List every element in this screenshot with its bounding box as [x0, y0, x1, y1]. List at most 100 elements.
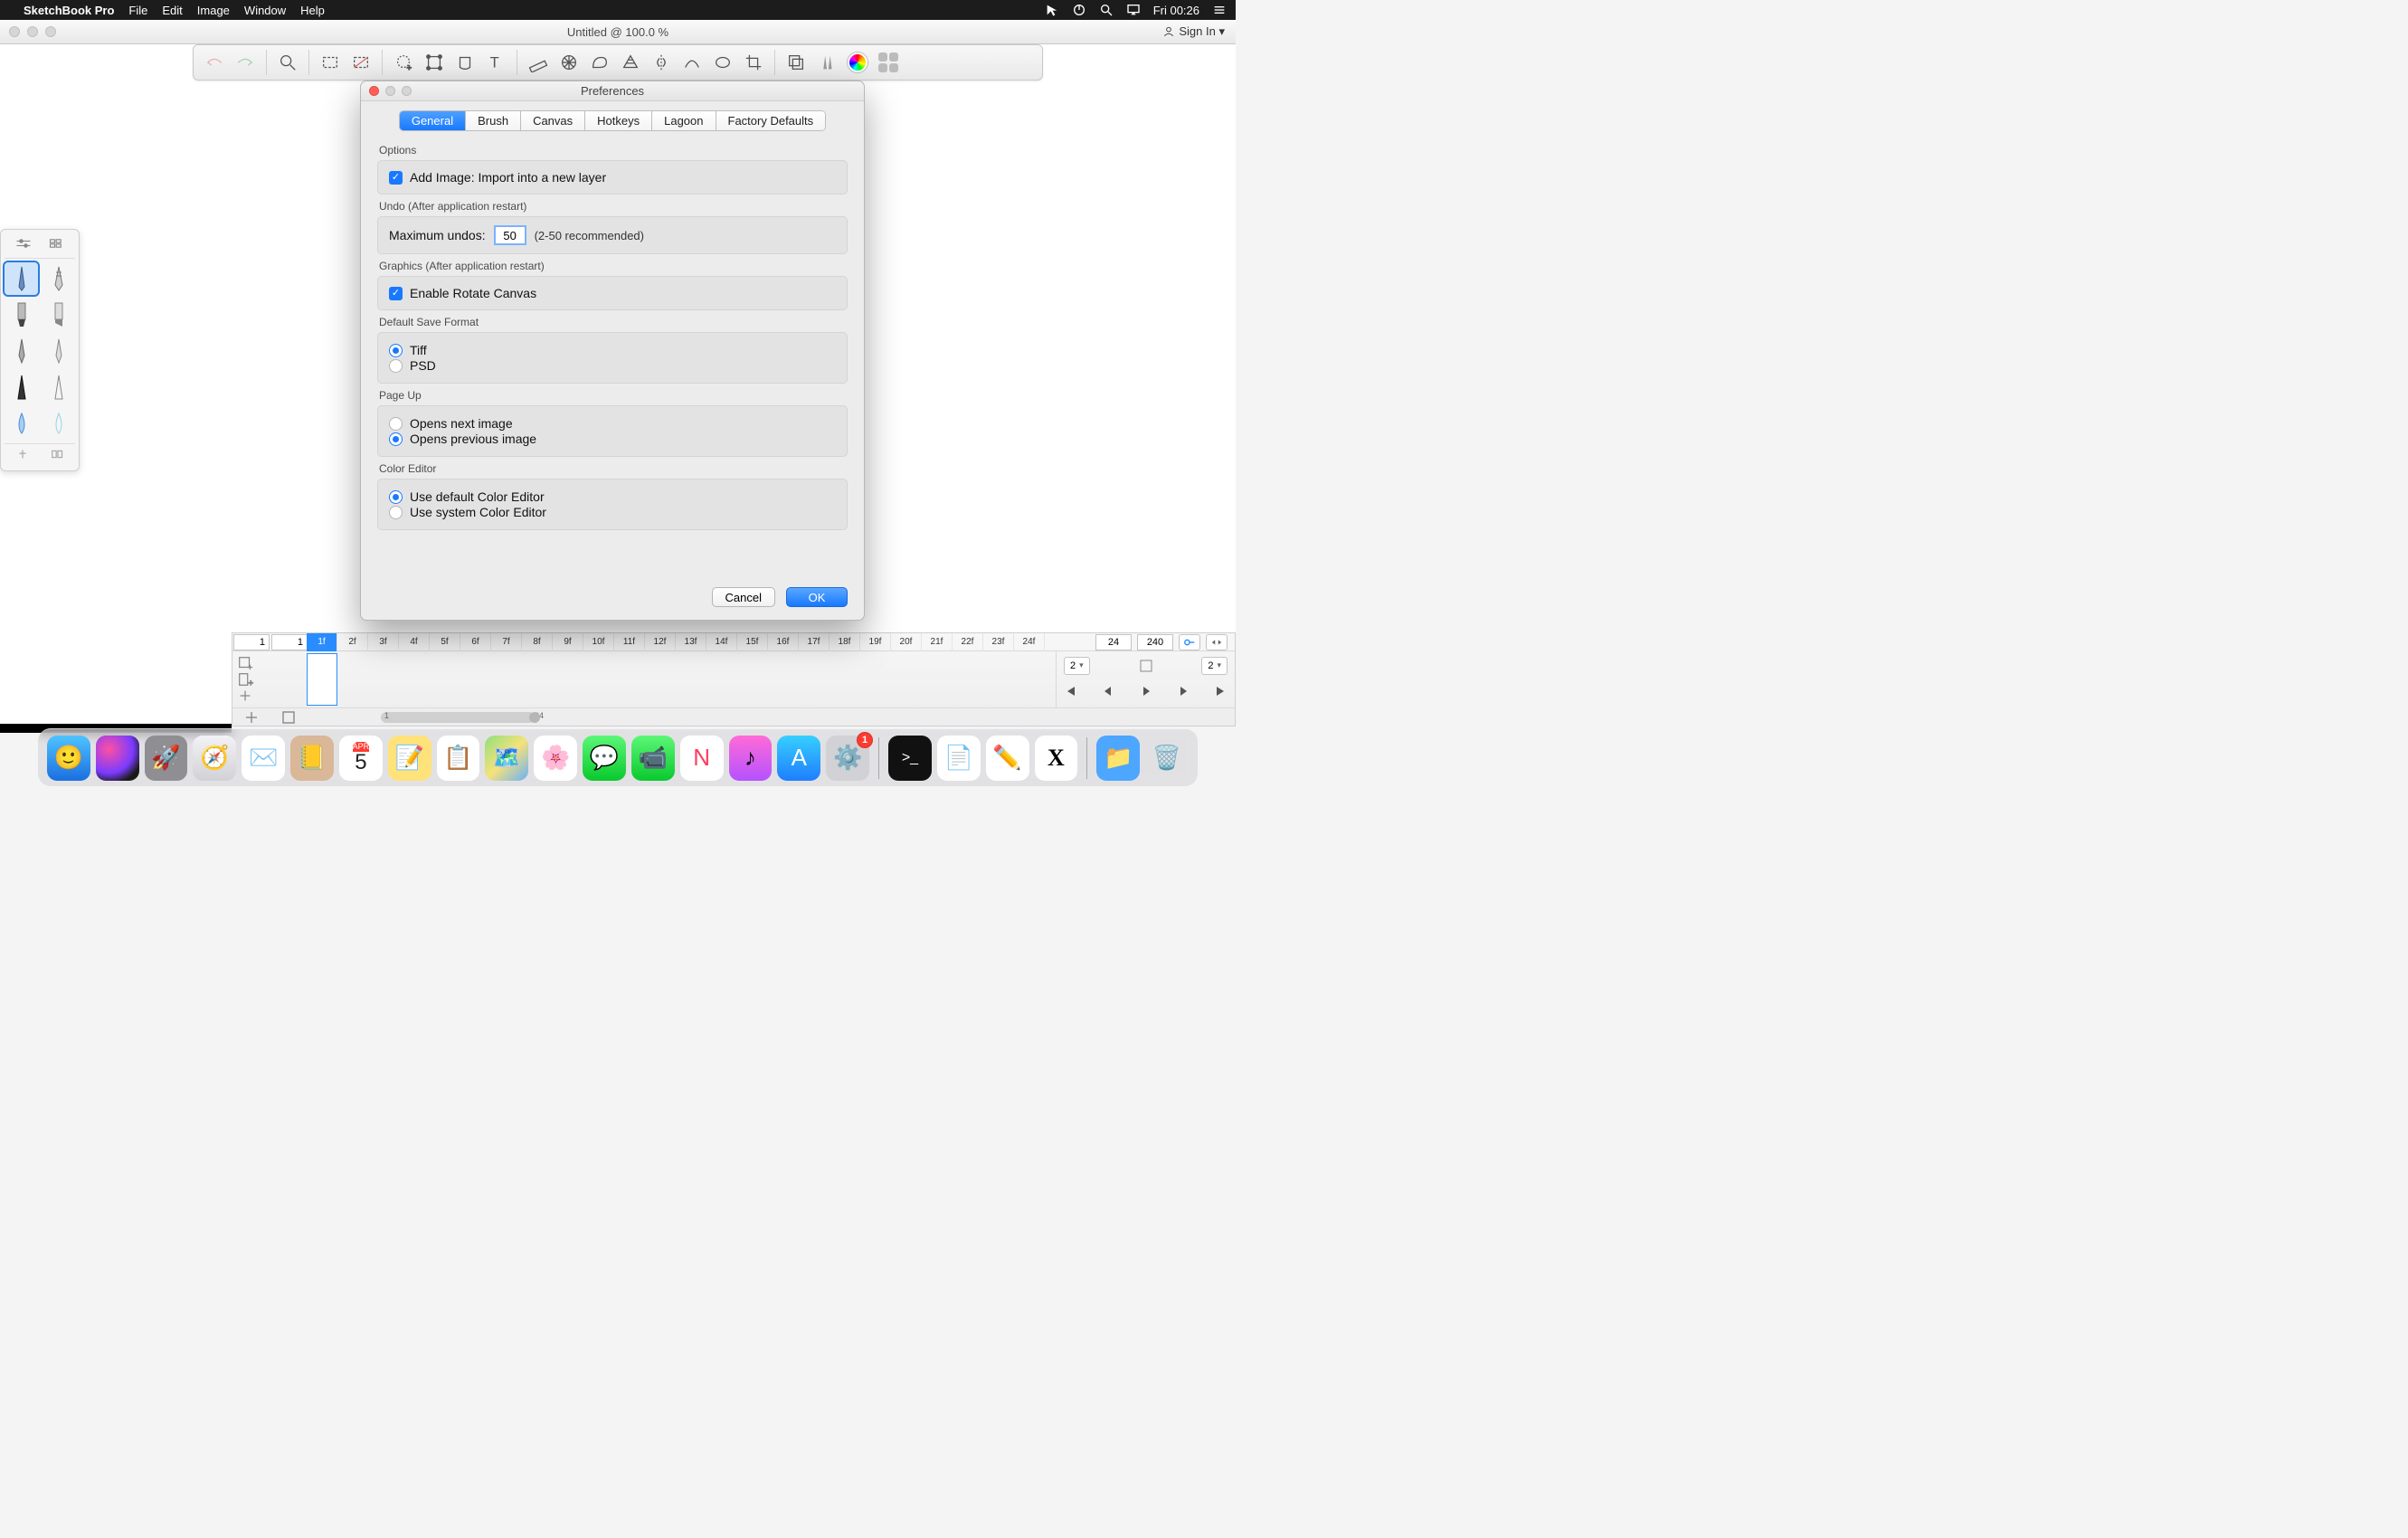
onion-after-select[interactable]: 2: [1201, 657, 1228, 675]
dock-sketchbook[interactable]: ✏️: [986, 736, 1029, 781]
dock-photos[interactable]: 🌸: [534, 736, 577, 781]
radio-system-color-editor[interactable]: Use system Color Editor: [389, 505, 836, 519]
timeline-scrollbar[interactable]: 1 24: [232, 707, 1235, 726]
go-start-button[interactable]: [1064, 685, 1076, 702]
spotlight-icon[interactable]: [1099, 3, 1114, 17]
menubar-clock[interactable]: Fri 00:26: [1153, 4, 1199, 17]
brush-tech-pen[interactable]: [42, 262, 75, 295]
timeline-start-field[interactable]: [233, 634, 270, 650]
frame-14f[interactable]: 14f: [706, 633, 737, 651]
prev-frame-button[interactable]: [1102, 685, 1114, 702]
preferences-titlebar[interactable]: Preferences: [361, 81, 864, 101]
frame-10f[interactable]: 10f: [583, 633, 614, 651]
dock-reminders[interactable]: 📋: [437, 736, 480, 781]
brush-pen[interactable]: [5, 335, 38, 367]
brush-pencil[interactable]: [5, 262, 38, 295]
crop-tool[interactable]: [740, 49, 767, 76]
ellipse-tool[interactable]: [709, 49, 736, 76]
frame-17f[interactable]: 17f: [799, 633, 830, 651]
brush-grid-icon[interactable]: [48, 236, 66, 255]
timeline-frame-ruler[interactable]: 1f2f3f4f5f6f7f8f9f10f11f12f13f14f15f16f1…: [307, 633, 1088, 651]
brush-fill-cone[interactable]: [42, 371, 75, 403]
perspective-tool[interactable]: [617, 49, 644, 76]
dock-news[interactable]: N: [680, 736, 724, 781]
loop-button[interactable]: [1206, 634, 1228, 650]
frame-4f[interactable]: 4f: [399, 633, 430, 651]
brush-chisel[interactable]: [42, 299, 75, 331]
keyframe-button[interactable]: [1179, 634, 1200, 650]
menu-image[interactable]: Image: [197, 4, 230, 17]
menu-window[interactable]: Window: [244, 4, 286, 17]
frame-9f[interactable]: 9f: [553, 633, 583, 651]
radio-next-image[interactable]: Opens next image: [389, 416, 836, 431]
onion-skin-icon[interactable]: [1138, 658, 1154, 674]
frame-7f[interactable]: 7f: [491, 633, 522, 651]
dock-safari[interactable]: 🧭: [193, 736, 236, 781]
frame-20f[interactable]: 20f: [891, 633, 922, 651]
zoom-tool[interactable]: [274, 49, 301, 76]
tab-lagoon[interactable]: Lagoon: [652, 111, 716, 130]
brush-lib-icon[interactable]: [50, 448, 66, 465]
frame-21f[interactable]: 21f: [922, 633, 953, 651]
checkbox-rotate-canvas[interactable]: ✓ Enable Rotate Canvas: [389, 286, 836, 300]
brush-palette-button[interactable]: [813, 49, 840, 76]
ruler-tool[interactable]: [525, 49, 552, 76]
dock-trash[interactable]: 🗑️: [1145, 736, 1189, 781]
dock-messages[interactable]: 💬: [583, 736, 626, 781]
frame-12f[interactable]: 12f: [645, 633, 676, 651]
select-rect-remove-tool[interactable]: [347, 49, 374, 76]
timeline-track[interactable]: [307, 651, 1056, 707]
tab-general[interactable]: General: [400, 111, 466, 130]
dock-launchpad[interactable]: 🚀: [145, 736, 188, 781]
layers-button[interactable]: [782, 49, 810, 76]
brush-palette[interactable]: [0, 229, 80, 471]
symmetry-tool[interactable]: [648, 49, 675, 76]
radio-default-color-editor[interactable]: Use default Color Editor: [389, 489, 836, 504]
tab-hotkeys[interactable]: Hotkeys: [585, 111, 652, 130]
dock-itunes[interactable]: ♪: [729, 736, 773, 781]
undo-button[interactable]: [201, 49, 228, 76]
french-curve-tool[interactable]: [586, 49, 613, 76]
color-wheel-button[interactable]: [844, 49, 871, 76]
add-layer-icon[interactable]: [236, 655, 254, 671]
menu-file[interactable]: File: [128, 4, 147, 17]
dock-xquartz[interactable]: X: [1035, 736, 1078, 781]
frame-6f[interactable]: 6f: [460, 633, 491, 651]
radio-psd[interactable]: PSD: [389, 358, 836, 373]
power-icon[interactable]: [1072, 3, 1086, 17]
ok-button[interactable]: OK: [786, 587, 848, 607]
menu-edit[interactable]: Edit: [162, 4, 182, 17]
play-button[interactable]: [1140, 685, 1152, 702]
dock-maps[interactable]: 🗺️: [485, 736, 528, 781]
tab-factory-defaults[interactable]: Factory Defaults: [716, 111, 826, 130]
add-frame-icon[interactable]: +: [236, 671, 254, 688]
cancel-button[interactable]: Cancel: [712, 587, 775, 607]
redo-button[interactable]: [232, 49, 259, 76]
cursor-icon[interactable]: [1045, 3, 1059, 17]
frame-23f[interactable]: 23f: [983, 633, 1014, 651]
timeline-range-b[interactable]: [1137, 634, 1173, 650]
radio-tiff[interactable]: Tiff: [389, 343, 836, 357]
max-undos-input[interactable]: [495, 226, 526, 244]
dock-contacts[interactable]: 📒: [290, 736, 334, 781]
dock-downloads[interactable]: 📁: [1096, 736, 1140, 781]
frame-5f[interactable]: 5f: [430, 633, 460, 651]
timeline-add-icon[interactable]: [242, 708, 261, 726]
frame-18f[interactable]: 18f: [830, 633, 860, 651]
brush-drop-outline[interactable]: [42, 407, 75, 440]
dock-terminal[interactable]: >_: [888, 736, 932, 781]
frame-thumbnail-1[interactable]: [307, 653, 337, 706]
app-menu[interactable]: SketchBook Pro: [24, 4, 114, 17]
transform-tool[interactable]: [421, 49, 448, 76]
frame-2f[interactable]: 2f: [337, 633, 368, 651]
symmetry-radial-tool[interactable]: [555, 49, 583, 76]
brush-marker[interactable]: [5, 299, 38, 331]
lasso-add-tool[interactable]: +: [390, 49, 417, 76]
frame-19f[interactable]: 19f: [860, 633, 891, 651]
dock-textedit[interactable]: 📄: [937, 736, 981, 781]
frame-16f[interactable]: 16f: [768, 633, 799, 651]
frame-13f[interactable]: 13f: [676, 633, 706, 651]
tab-canvas[interactable]: Canvas: [521, 111, 585, 130]
timeline-current-field[interactable]: [271, 634, 308, 650]
curve-tool[interactable]: [678, 49, 706, 76]
